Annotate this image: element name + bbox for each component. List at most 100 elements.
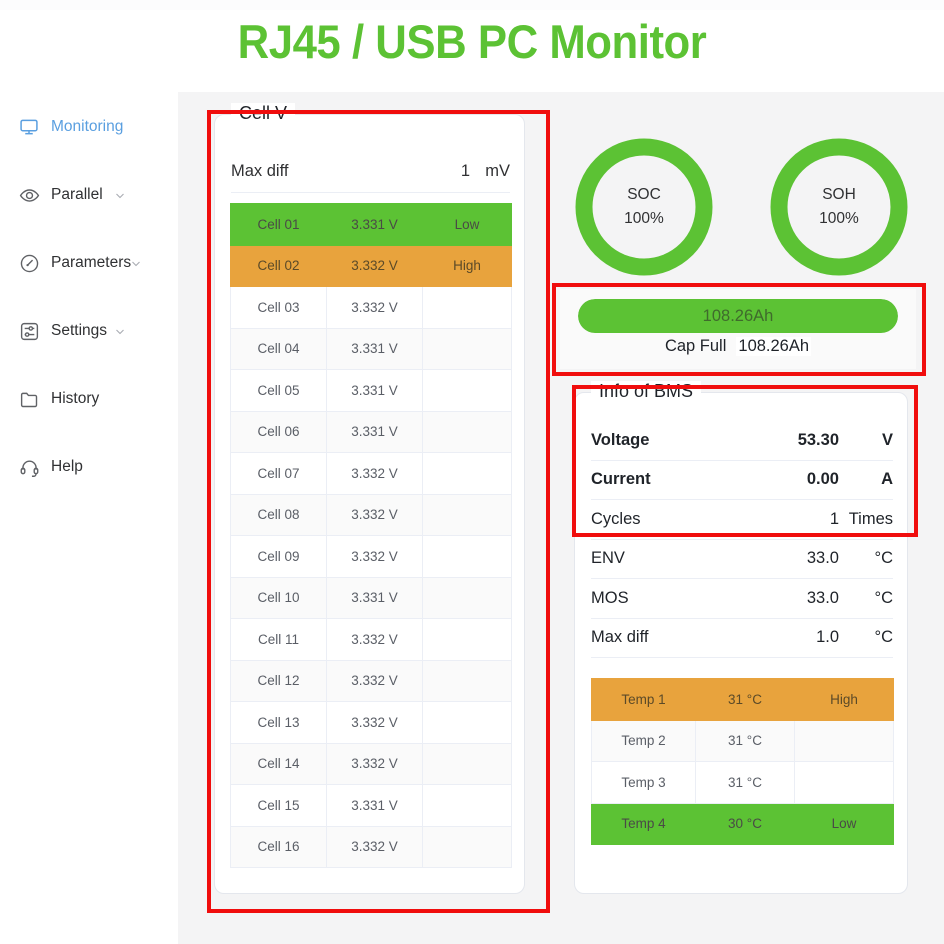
cell-voltage: 3.332 V: [327, 702, 423, 744]
cell-voltage: 3.331 V: [327, 785, 423, 827]
bms-info-key: ENV: [591, 549, 625, 568]
cell-status: [423, 411, 512, 453]
sidebar-item-history[interactable]: History: [0, 382, 178, 416]
temp-name: Temp 2: [592, 720, 696, 762]
capacity-progress-label: 108.26Ah: [703, 307, 774, 326]
folder-icon: [18, 388, 40, 410]
table-row[interactable]: Cell 163.332 V: [231, 826, 512, 868]
table-row[interactable]: Cell 013.331 VLow: [231, 204, 512, 246]
cell-name: Cell 07: [231, 453, 327, 495]
cell-status: [423, 702, 512, 744]
bms-info-row: Current 0.00A: [591, 461, 893, 501]
capacity-progress-fill: 108.26Ah: [578, 299, 898, 333]
bms-info-panel-legend: Info of BMS: [591, 381, 701, 402]
table-row[interactable]: Cell 033.332 V: [231, 287, 512, 329]
bms-info-value: 1: [830, 510, 839, 529]
soh-gauge-label: SOH: [822, 186, 856, 204]
sidebar-item-parameters[interactable]: Parameters: [0, 246, 178, 280]
bms-info-unit: °C: [839, 589, 893, 608]
headset-icon: [18, 456, 40, 478]
cell-name: Cell 04: [231, 328, 327, 370]
cell-name: Cell 15: [231, 785, 327, 827]
table-row[interactable]: Temp 331 °C: [592, 762, 894, 804]
chevron-down-icon[interactable]: [114, 189, 126, 201]
bms-info-value: 33.0: [807, 589, 839, 608]
capacity-progress-bar: 108.26Ah: [578, 299, 898, 333]
bms-info-unit: °C: [839, 549, 893, 568]
cell-max-diff-value: 1: [420, 162, 470, 181]
cell-voltage: 3.332 V: [327, 453, 423, 495]
cell-voltage: 3.331 V: [327, 577, 423, 619]
table-row[interactable]: Cell 133.332 V: [231, 702, 512, 744]
app-root: RJ45 / USB PC Monitor Monitoring Para: [0, 0, 944, 944]
table-row[interactable]: Cell 053.331 V: [231, 370, 512, 412]
cell-voltage: 3.332 V: [327, 743, 423, 785]
bms-info-key: Current: [591, 470, 651, 489]
temp-status: [795, 720, 894, 762]
bms-info-key: Voltage: [591, 431, 649, 450]
temp-value: 31 °C: [696, 762, 795, 804]
bms-info-value: 33.0: [807, 549, 839, 568]
cell-voltage-panel: Cell V Max diff 1 mV Cell 013.331 VLowCe…: [214, 114, 525, 894]
table-row[interactable]: Cell 143.332 V: [231, 743, 512, 785]
table-row[interactable]: Cell 103.331 V: [231, 577, 512, 619]
sidebar-item-help[interactable]: Help: [0, 450, 178, 484]
chevron-down-icon[interactable]: [130, 257, 142, 269]
cell-name: Cell 01: [231, 204, 327, 246]
capacity-full-row: Cap Full 108.26Ah: [560, 337, 916, 356]
cell-voltage: 3.332 V: [327, 660, 423, 702]
cell-voltage: 3.331 V: [327, 204, 423, 246]
bms-info-key: MOS: [591, 589, 629, 608]
bms-info-unit: V: [839, 431, 893, 450]
bms-info-value: 0.00: [807, 470, 839, 489]
temp-value: 31 °C: [696, 679, 795, 721]
table-row[interactable]: Cell 083.332 V: [231, 494, 512, 536]
cell-voltage: 3.332 V: [327, 494, 423, 536]
top-crop-artifact: [0, 0, 944, 10]
cell-status: [423, 536, 512, 578]
table-row[interactable]: Temp 131 °CHigh: [592, 679, 894, 721]
temp-status: High: [795, 679, 894, 721]
soc-gauge: SOC 100%: [572, 135, 716, 279]
cell-name: Cell 05: [231, 370, 327, 412]
cell-voltage: 3.331 V: [327, 411, 423, 453]
table-row[interactable]: Temp 430 °CLow: [592, 803, 894, 845]
sidebar-item-monitoring[interactable]: Monitoring: [0, 110, 178, 144]
cell-status: [423, 494, 512, 536]
table-row[interactable]: Cell 093.332 V: [231, 536, 512, 578]
gauge-icon: [18, 252, 40, 274]
table-row[interactable]: Cell 153.331 V: [231, 785, 512, 827]
table-row[interactable]: Cell 023.332 VHigh: [231, 245, 512, 287]
table-row[interactable]: Cell 123.332 V: [231, 660, 512, 702]
bms-info-unit: A: [839, 470, 893, 489]
sidebar-item-label: Parallel: [51, 186, 103, 204]
bms-info-row: Cycles1Times: [591, 500, 893, 540]
monitor-icon: [18, 116, 40, 138]
table-row[interactable]: Cell 073.332 V: [231, 453, 512, 495]
cell-status: [423, 577, 512, 619]
cell-voltage: 3.331 V: [327, 328, 423, 370]
cell-voltage-table: Cell 013.331 VLowCell 023.332 VHighCell …: [230, 203, 512, 868]
cell-status: [423, 743, 512, 785]
cell-voltage: 3.332 V: [327, 245, 423, 287]
capacity-full-label: Cap Full: [665, 337, 726, 356]
sidebar: Monitoring Parallel: [0, 92, 178, 944]
sidebar-item-label: Help: [51, 458, 83, 476]
temp-value: 31 °C: [696, 720, 795, 762]
table-row[interactable]: Cell 043.331 V: [231, 328, 512, 370]
cell-name: Cell 14: [231, 743, 327, 785]
cell-voltage: 3.332 V: [327, 619, 423, 661]
cell-name: Cell 08: [231, 494, 327, 536]
cell-status: Low: [423, 204, 512, 246]
table-row[interactable]: Cell 113.332 V: [231, 619, 512, 661]
sidebar-item-settings[interactable]: Settings: [0, 314, 178, 348]
bms-info-row: ENV 33.0°C: [591, 540, 893, 580]
table-row[interactable]: Cell 063.331 V: [231, 411, 512, 453]
table-row[interactable]: Temp 231 °C: [592, 720, 894, 762]
cell-voltage: 3.332 V: [327, 826, 423, 868]
sidebar-item-label: Monitoring: [51, 118, 123, 136]
sidebar-item-parallel[interactable]: Parallel: [0, 178, 178, 212]
chevron-down-icon[interactable]: [114, 325, 126, 337]
soh-gauge-value: 100%: [819, 210, 859, 228]
cell-status: [423, 370, 512, 412]
